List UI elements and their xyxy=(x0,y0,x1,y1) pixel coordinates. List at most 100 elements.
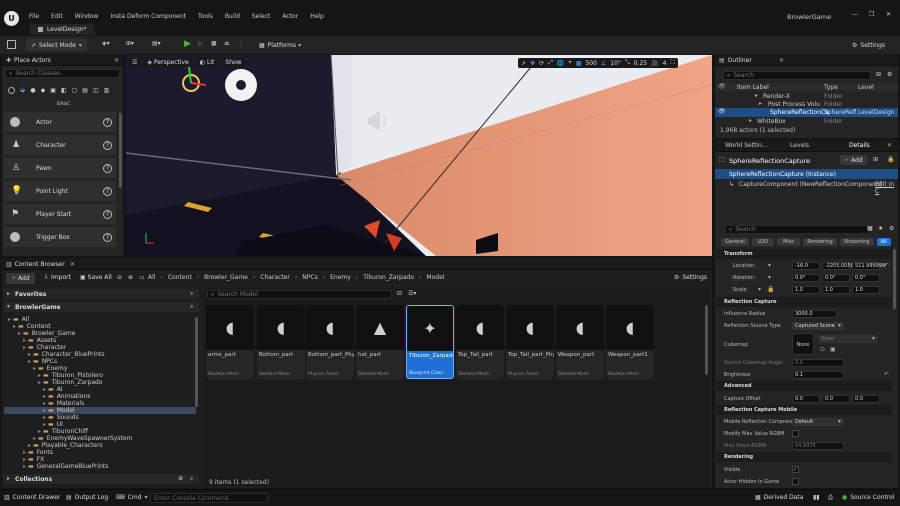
help-icon[interactable]: ? xyxy=(103,117,112,127)
menu-help[interactable]: Help xyxy=(310,13,324,20)
filter-lod[interactable]: LOD xyxy=(751,238,775,246)
save-icon[interactable] xyxy=(7,40,16,49)
chevron-icon[interactable]: ▸ xyxy=(23,344,26,351)
modify-rgbm-checkbox[interactable] xyxy=(792,430,799,437)
visible-checkbox[interactable]: ✓ xyxy=(792,466,799,473)
menu-edit[interactable]: Edit xyxy=(51,13,63,20)
breadcrumb-item[interactable]: Enemy xyxy=(330,274,351,281)
chevron-down-icon[interactable]: ▾ xyxy=(768,274,771,281)
show-button[interactable]: Show xyxy=(221,58,246,67)
cubemap-select[interactable]: None xyxy=(818,335,878,343)
tree-folder[interactable]: ▸ ▬ TiburonChiff xyxy=(4,428,196,435)
platforms-button[interactable]: ▦ Platforms ▾ xyxy=(256,39,304,51)
search-classes-input[interactable]: ⌕ Search Classes xyxy=(5,69,120,78)
offset-x-field[interactable]: 0.0 xyxy=(792,394,820,403)
all-classes-icon[interactable]: ▤ xyxy=(82,87,88,94)
tree-folder[interactable]: ▸ ▬ Assets xyxy=(4,337,196,344)
save-all-button[interactable]: ▣ Save All xyxy=(80,274,112,281)
chevron-icon[interactable]: ▸ xyxy=(38,379,41,386)
scale-snap-icon[interactable]: ⤡ xyxy=(625,59,630,67)
chevron-icon[interactable]: ▸ xyxy=(33,435,36,442)
project-header[interactable]: ▾ BrowlerGame ⌕ xyxy=(4,302,199,312)
search-icon[interactable]: ⌕ xyxy=(190,303,193,311)
favorites-header[interactable]: ▸ Favorites ⌕ xyxy=(4,289,199,299)
visibility-eye-icon[interactable]: 👁 xyxy=(718,108,726,115)
breadcrumb-item[interactable]: Character xyxy=(260,274,290,281)
outliner-row[interactable]: ▸ Post Process Volu Folder xyxy=(715,100,898,108)
grid-snap-icon[interactable]: ▦ xyxy=(576,60,582,67)
chevron-icon[interactable]: ▸ xyxy=(38,428,41,435)
menu-build[interactable]: Build xyxy=(225,13,240,20)
chevron-icon[interactable]: ▸ xyxy=(23,337,26,344)
asset-tile[interactable]: ◖ Bottom_part_PhysicsAsset Physics Asset xyxy=(306,305,354,379)
scale-y-field[interactable]: 1.0 xyxy=(822,285,850,294)
eye-icon[interactable]: 👁 xyxy=(718,83,726,90)
browse-icon[interactable]: ⊙ xyxy=(820,346,825,353)
chevron-icon[interactable]: ▸ xyxy=(33,365,36,372)
output-log-button[interactable]: ▤ Output Log xyxy=(66,494,108,501)
save-search-icon[interactable]: ⊟ xyxy=(397,290,402,297)
rotate-icon[interactable]: ⟳ xyxy=(539,60,544,67)
tree-folder[interactable]: ▸ ▬ Sounds xyxy=(4,414,196,421)
menu-file[interactable]: File xyxy=(29,13,39,20)
help-icon[interactable]: ? xyxy=(103,209,112,219)
tab-details[interactable]: Details xyxy=(849,142,870,149)
actor-item[interactable]: Actor? xyxy=(4,112,116,132)
favorite-star-icon[interactable]: ★ xyxy=(878,225,883,232)
scale-z-field[interactable]: 1.0 xyxy=(852,285,880,294)
outliner-row[interactable]: ▸ WhiteBox Folder xyxy=(715,117,898,125)
chevron-icon[interactable]: ▸ xyxy=(28,351,31,358)
place-actors-tab[interactable]: ✚ Place Actors ✕ xyxy=(2,55,123,66)
instance-row[interactable]: SphereReflectionCapture (Instance) xyxy=(715,169,898,179)
asset-tile[interactable]: ◖ Bottom_part Skeletal Mesh xyxy=(257,305,305,379)
cinematic-icon[interactable]: ▣ xyxy=(50,87,56,94)
influence-radius-field[interactable]: 3000.0 xyxy=(792,309,837,318)
actor-name[interactable]: SphereReflectionCapture xyxy=(729,157,810,165)
chevron-icon[interactable]: ▸ xyxy=(43,407,46,414)
camera-speed-icon[interactable]: 🎥 xyxy=(651,60,658,67)
chevron-icon[interactable]: ▸ xyxy=(43,414,46,421)
visual-icon[interactable]: ◧ xyxy=(61,87,67,94)
component-row[interactable]: ↳ CaptureComponent (NewReflectionCompone… xyxy=(715,180,898,195)
level-tab[interactable]: LevelDesign* xyxy=(30,24,95,35)
scale-lock-icon[interactable]: 🔒 xyxy=(767,286,774,293)
table-view-icon[interactable]: ▦ xyxy=(867,225,873,232)
filter-icon[interactable]: ☰▾ xyxy=(408,290,416,297)
breadcrumb-item[interactable]: Model xyxy=(426,274,444,281)
chevron-icon[interactable]: ▸ xyxy=(23,449,26,456)
content-browser-tab[interactable]: ▥ Content Browser ✕ xyxy=(2,259,712,270)
col-level[interactable]: Level xyxy=(858,84,874,91)
derived-data-button[interactable]: ▦ Derived Data xyxy=(755,494,803,501)
offset-z-field[interactable]: 0.0 xyxy=(852,394,880,403)
hidden-in-game-checkbox[interactable] xyxy=(792,478,799,485)
tree-folder[interactable]: ▸ ▬ AI xyxy=(4,386,196,393)
camera-speed-value[interactable]: 4 xyxy=(663,60,667,67)
menu-tools[interactable]: Tools xyxy=(198,13,213,20)
tree-folder[interactable]: ▸ ▬ Enemy xyxy=(4,365,196,372)
tree-folder[interactable]: ▸ ▬ Character xyxy=(4,344,196,351)
col-type[interactable]: Type xyxy=(824,84,838,91)
search-icon[interactable]: ⌕ xyxy=(190,475,193,483)
filter-all[interactable]: All xyxy=(876,238,891,246)
asset-tile[interactable]: ◖ Top_Tail_part_PhysicsAsset Physics Asset xyxy=(506,305,554,379)
chevron-down-icon[interactable]: ▾ xyxy=(768,262,771,269)
location-x-field[interactable]: -16.0 xyxy=(792,261,820,270)
asset-tile[interactable]: ◖ Weapon_part Skeletal Mesh xyxy=(556,305,604,379)
col-item-label[interactable]: Item Label xyxy=(737,84,769,91)
select-mode-button[interactable]: ➚ Select Mode ▾ xyxy=(26,39,87,51)
breadcrumb-item[interactable]: NPCs xyxy=(302,274,317,281)
chevron-icon[interactable]: ▸ xyxy=(28,358,31,365)
translate-icon[interactable]: ✥ xyxy=(530,60,535,67)
rotation-x-field[interactable]: 0.0° xyxy=(792,273,820,282)
rotation-y-field[interactable]: 0.0° xyxy=(822,273,850,282)
surface-snap-icon[interactable]: ⌖ xyxy=(568,59,571,67)
pawn-item[interactable]: ♙ Pawn? xyxy=(4,158,116,178)
menu-window[interactable]: Window xyxy=(75,13,99,20)
perspective-button[interactable]: ◈ Perspective xyxy=(143,58,193,67)
reset-icon[interactable]: ↶ xyxy=(884,371,889,378)
maximize-icon[interactable]: ❐ xyxy=(869,11,874,18)
content-drawer-button[interactable]: ▥ Content Drawer xyxy=(4,494,60,501)
filter-rendering[interactable]: Rendering xyxy=(803,238,837,246)
source-type-dropdown[interactable]: Captured Scene xyxy=(792,321,844,330)
point-light-item[interactable]: 💡 Point Light? xyxy=(4,181,116,201)
